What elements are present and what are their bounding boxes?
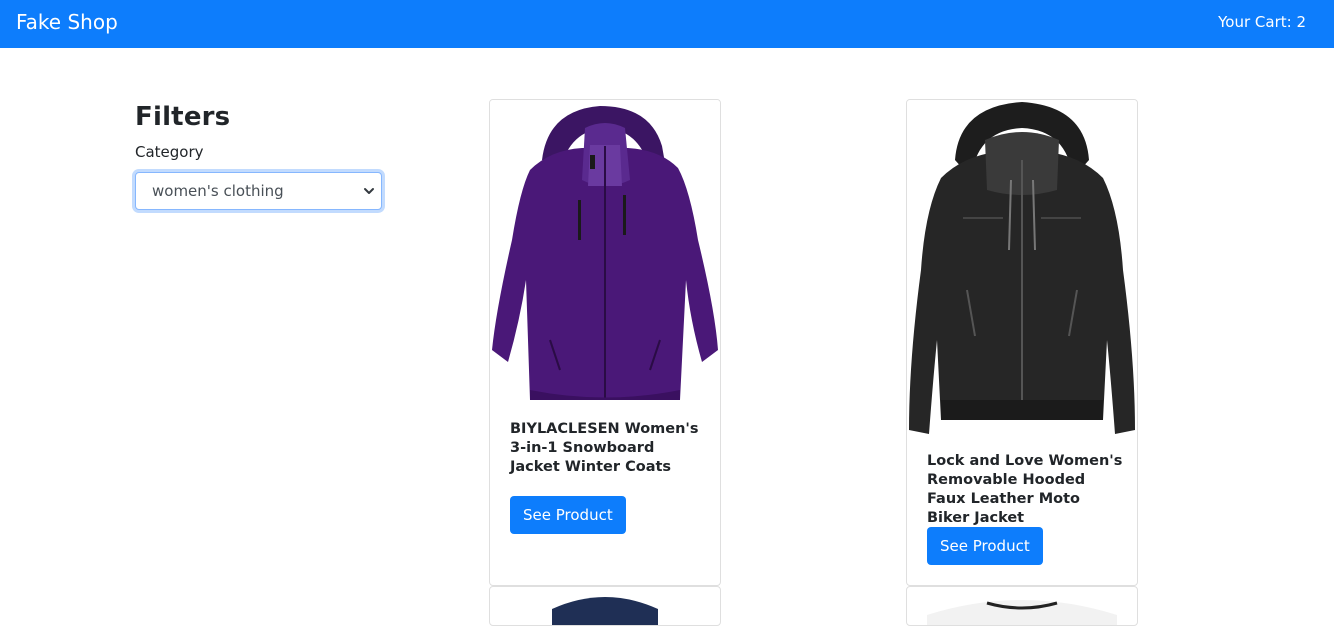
product-card: Lock and Love Women's Removable Hooded F… bbox=[906, 99, 1138, 586]
product-card bbox=[489, 586, 721, 626]
brand-link[interactable]: Fake Shop bbox=[16, 10, 118, 34]
product-card: BIYLACLESEN Women's 3-in-1 Snowboard Jac… bbox=[489, 99, 721, 586]
category-select[interactable]: women's clothing bbox=[135, 172, 382, 210]
product-card bbox=[906, 586, 1138, 626]
navbar: Fake Shop Your Cart: 2 bbox=[0, 0, 1334, 48]
see-product-button[interactable]: See Product bbox=[510, 496, 626, 534]
product-image[interactable] bbox=[907, 587, 1137, 626]
product-title: Lock and Love Women's Removable Hooded F… bbox=[927, 453, 1123, 526]
cart-link[interactable]: Your Cart: 2 bbox=[1218, 12, 1306, 32]
chevron-down-icon bbox=[364, 188, 374, 194]
category-select-value: women's clothing bbox=[152, 182, 284, 200]
black-leather-jacket-image[interactable] bbox=[907, 100, 1137, 438]
filters-heading: Filters bbox=[135, 102, 231, 132]
purple-jacket-image[interactable] bbox=[490, 100, 720, 405]
filters-panel: Filters Category women's clothing bbox=[135, 100, 385, 210]
category-label: Category bbox=[135, 143, 204, 161]
product-image[interactable] bbox=[490, 587, 720, 626]
product-title: BIYLACLESEN Women's 3-in-1 Snowboard Jac… bbox=[510, 421, 699, 475]
see-product-button[interactable]: See Product bbox=[927, 527, 1043, 565]
